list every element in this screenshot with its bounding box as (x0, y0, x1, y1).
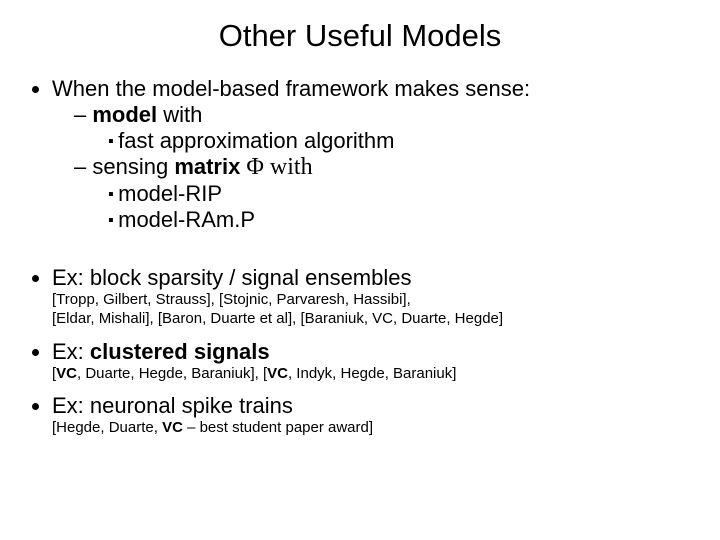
ex-neuronal: Ex: neuronal spike trains [Hegde, Duarte… (52, 393, 692, 438)
example-list: Ex: block sparsity / signal ensembles [T… (28, 265, 692, 438)
subsub-ramp: model-RAm.P (108, 207, 692, 233)
subsublist-2: model-RIP model-RAm.P (74, 181, 692, 233)
ex2-cite: [VC, Duarte, Hegde, Baraniuk], [VC, Indy… (52, 365, 692, 384)
subsub-rip: model-RIP (108, 181, 692, 207)
ex3-c-c: – best student paper award] (183, 419, 373, 436)
ex1-cite-text: [Tropp, Gilbert, Strauss], [Stojnic, Par… (52, 291, 503, 327)
subsub-ramp-text: model-RAm.P (118, 207, 255, 232)
spacer (28, 235, 692, 265)
ex2-c-c: , Duarte, Hegde, Baraniuk], [ (77, 365, 267, 382)
sub-sensing: sensing matrix Φ with model-RIP model-RA… (74, 154, 692, 233)
ex-clustered: Ex: clustered signals [VC, Duarte, Hegde… (52, 339, 692, 384)
bullet-list: When the model-based framework makes sen… (28, 76, 692, 233)
ex2-head-a: Ex: (52, 339, 90, 364)
subsub-fastapprox: fast approximation algorithm (108, 128, 692, 154)
subsublist: fast approximation algorithm (74, 128, 692, 154)
bullet-framework: When the model-based framework makes sen… (52, 76, 692, 233)
sub-model-bold: model (92, 102, 157, 127)
ex3-c-b: VC (162, 419, 183, 436)
bullet-text: When the model-based framework makes sen… (52, 76, 530, 101)
slide: Other Useful Models When the model-based… (0, 0, 720, 438)
ex2-c-b: VC (56, 365, 77, 382)
subsub-text: fast approximation algorithm (118, 128, 394, 153)
ex1-cite: [Tropp, Gilbert, Strauss], [Stojnic, Par… (52, 291, 692, 329)
ex1-head: Ex: block sparsity / signal ensembles (52, 265, 412, 290)
ex2-c-d: VC (267, 365, 288, 382)
sub-model-rest: with (157, 102, 202, 127)
sub-model: model with fast approximation algorithm (74, 102, 692, 154)
sublist: model with fast approximation algorithm … (52, 102, 692, 233)
ex-block-sparsity: Ex: block sparsity / signal ensembles [T… (52, 265, 692, 329)
ex3-c-a: [Hegde, Duarte, (52, 419, 162, 436)
subsub-rip-text: model-RIP (118, 181, 222, 206)
phi-symbol: Φ with (240, 154, 312, 180)
ex3-cite: [Hegde, Duarte, VC – best student paper … (52, 419, 692, 438)
ex2-head-b: clustered signals (90, 339, 270, 364)
sub-sensing-a: sensing (92, 154, 174, 179)
ex3-head: Ex: neuronal spike trains (52, 393, 293, 418)
sub-sensing-b: matrix (174, 154, 240, 179)
slide-title: Other Useful Models (28, 18, 692, 54)
ex2-c-e: , Indyk, Hegde, Baraniuk] (288, 365, 456, 382)
